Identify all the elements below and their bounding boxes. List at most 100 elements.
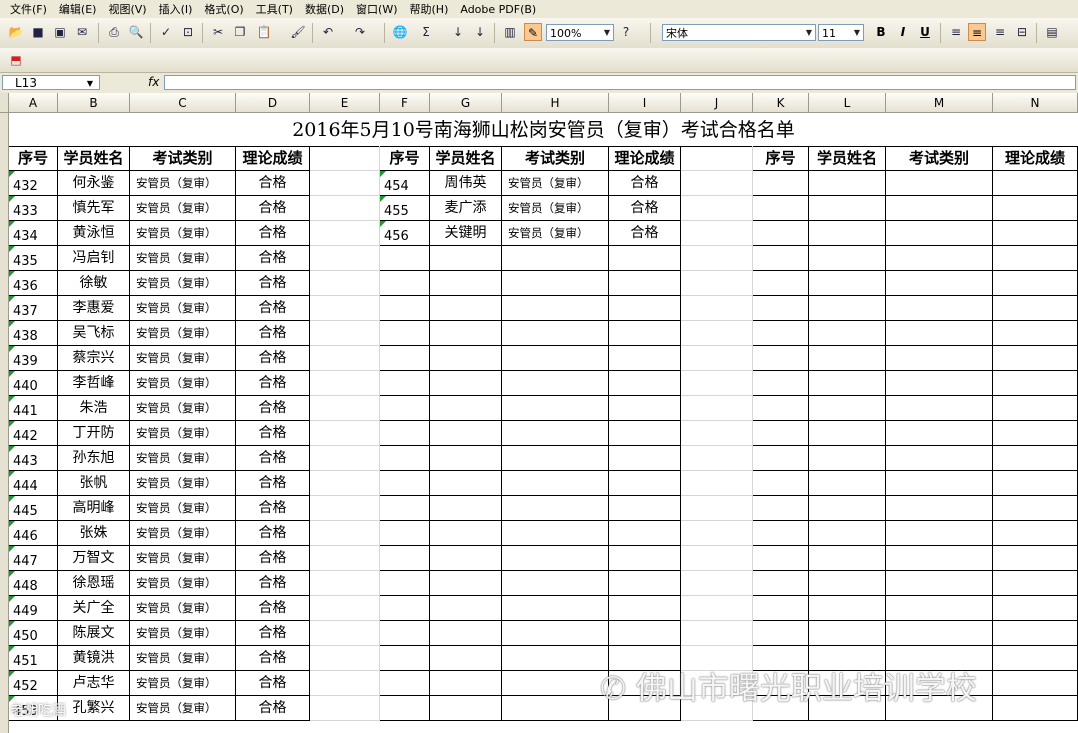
empty-cell[interactable] xyxy=(310,221,380,246)
cell-seq[interactable]: 450 xyxy=(9,621,58,646)
empty-cell[interactable] xyxy=(681,521,753,546)
spelling-icon[interactable]: ✓ xyxy=(158,24,174,40)
cell-name[interactable] xyxy=(430,546,502,571)
cell-result[interactable]: 合格 xyxy=(236,196,310,221)
cell-result[interactable] xyxy=(993,521,1078,546)
cell-category[interactable] xyxy=(502,596,609,621)
cell-result[interactable]: 合格 xyxy=(236,271,310,296)
sheet-title[interactable]: 2016年5月10号南海狮山松岗安管员（复审）考试合格名单 xyxy=(9,113,1078,147)
cell-name[interactable]: 徐敏 xyxy=(58,271,130,296)
cell-name[interactable] xyxy=(430,321,502,346)
cell-seq[interactable]: 435 xyxy=(9,246,58,271)
cell-category[interactable]: 安管员（复审） xyxy=(130,171,236,196)
cell-result[interactable] xyxy=(993,696,1078,721)
cell-seq[interactable]: 455 xyxy=(380,196,430,221)
sort-ascending-icon[interactable]: ↓ xyxy=(450,24,466,40)
cell-seq[interactable]: 437 xyxy=(9,296,58,321)
cell-result[interactable]: 合格 xyxy=(236,496,310,521)
cell-name[interactable] xyxy=(809,571,886,596)
empty-cell[interactable] xyxy=(310,546,380,571)
cell-result[interactable] xyxy=(993,446,1078,471)
cell-category[interactable] xyxy=(886,446,993,471)
column-header-g[interactable]: G xyxy=(430,93,502,113)
cell-name[interactable] xyxy=(809,171,886,196)
cell-result[interactable]: 合格 xyxy=(609,171,681,196)
cell-category[interactable] xyxy=(886,296,993,321)
cell-result[interactable] xyxy=(609,446,681,471)
cell-category[interactable]: 安管员（复审） xyxy=(130,521,236,546)
cell-name[interactable] xyxy=(430,496,502,521)
cell-name[interactable] xyxy=(809,596,886,621)
cell-name[interactable] xyxy=(809,296,886,321)
column-header-k[interactable]: K xyxy=(753,93,809,113)
cell-result[interactable]: 合格 xyxy=(236,346,310,371)
cell-category[interactable]: 安管员（复审） xyxy=(130,446,236,471)
cell-category[interactable]: 安管员（复审） xyxy=(130,371,236,396)
table-header[interactable]: 序号 xyxy=(9,146,58,171)
cell-seq[interactable] xyxy=(380,521,430,546)
menu-item[interactable]: 工具(T) xyxy=(250,1,299,17)
cell-result[interactable]: 合格 xyxy=(236,471,310,496)
cell-seq[interactable] xyxy=(753,621,809,646)
cell-result[interactable]: 合格 xyxy=(236,296,310,321)
empty-cell[interactable] xyxy=(310,596,380,621)
menu-item[interactable]: 文件(F) xyxy=(0,1,53,17)
cell-result[interactable] xyxy=(993,221,1078,246)
cell-result[interactable] xyxy=(993,571,1078,596)
cell-category[interactable] xyxy=(502,571,609,596)
cell-name[interactable]: 万智文 xyxy=(58,546,130,571)
cell-name[interactable] xyxy=(430,421,502,446)
empty-cell[interactable] xyxy=(310,296,380,321)
empty-cell[interactable] xyxy=(310,621,380,646)
cell-category[interactable]: 安管员（复审） xyxy=(130,321,236,346)
cell-name[interactable]: 关广全 xyxy=(58,596,130,621)
cell-name[interactable]: 李惠爱 xyxy=(58,296,130,321)
empty-cell[interactable] xyxy=(681,221,753,246)
cell-name[interactable]: 朱浩 xyxy=(58,396,130,421)
cell-seq[interactable] xyxy=(380,546,430,571)
cell-name[interactable]: 吴飞标 xyxy=(58,321,130,346)
empty-cell[interactable] xyxy=(310,171,380,196)
cell-category[interactable]: 安管员（复审） xyxy=(502,196,609,221)
cell-result[interactable] xyxy=(609,546,681,571)
cell-seq[interactable] xyxy=(753,171,809,196)
cell-category[interactable] xyxy=(502,446,609,471)
cell-result[interactable] xyxy=(609,246,681,271)
drawing-icon[interactable]: ✎ xyxy=(524,23,542,41)
cell-name[interactable] xyxy=(430,646,502,671)
cell-name[interactable] xyxy=(809,496,886,521)
column-header-l[interactable]: L xyxy=(809,93,886,113)
cell-seq[interactable] xyxy=(753,371,809,396)
cell-result[interactable]: 合格 xyxy=(236,421,310,446)
cell-name[interactable]: 孔繁兴 xyxy=(58,696,130,721)
cell-result[interactable]: 合格 xyxy=(236,321,310,346)
cell-category[interactable] xyxy=(886,521,993,546)
cell-result[interactable] xyxy=(609,621,681,646)
table-header[interactable]: 学员姓名 xyxy=(430,146,502,171)
table-header[interactable]: 考试类别 xyxy=(130,146,236,171)
cell-result[interactable] xyxy=(993,171,1078,196)
cell-name[interactable] xyxy=(809,521,886,546)
cell-result[interactable] xyxy=(993,371,1078,396)
empty-cell[interactable] xyxy=(681,596,753,621)
cell-name[interactable]: 黄泳恒 xyxy=(58,221,130,246)
cell-category[interactable] xyxy=(502,371,609,396)
pdf-convert-icon[interactable]: ⬒ xyxy=(8,52,24,68)
cell-seq[interactable] xyxy=(380,696,430,721)
cell-seq[interactable]: 436 xyxy=(9,271,58,296)
empty-cell[interactable] xyxy=(310,571,380,596)
empty-cell[interactable] xyxy=(310,671,380,696)
cell-seq[interactable]: 447 xyxy=(9,546,58,571)
cell-name[interactable]: 张帆 xyxy=(58,471,130,496)
cell-category[interactable] xyxy=(502,246,609,271)
cell-result[interactable]: 合格 xyxy=(236,221,310,246)
cell-result[interactable] xyxy=(609,496,681,521)
cell-result[interactable]: 合格 xyxy=(236,446,310,471)
cell-seq[interactable] xyxy=(753,571,809,596)
cell-seq[interactable]: 449 xyxy=(9,596,58,621)
empty-cell[interactable] xyxy=(681,496,753,521)
cell-result[interactable] xyxy=(993,271,1078,296)
menu-item[interactable]: 帮助(H) xyxy=(404,1,455,17)
cell-seq[interactable] xyxy=(753,596,809,621)
align-right-icon[interactable]: ≡ xyxy=(992,24,1008,40)
